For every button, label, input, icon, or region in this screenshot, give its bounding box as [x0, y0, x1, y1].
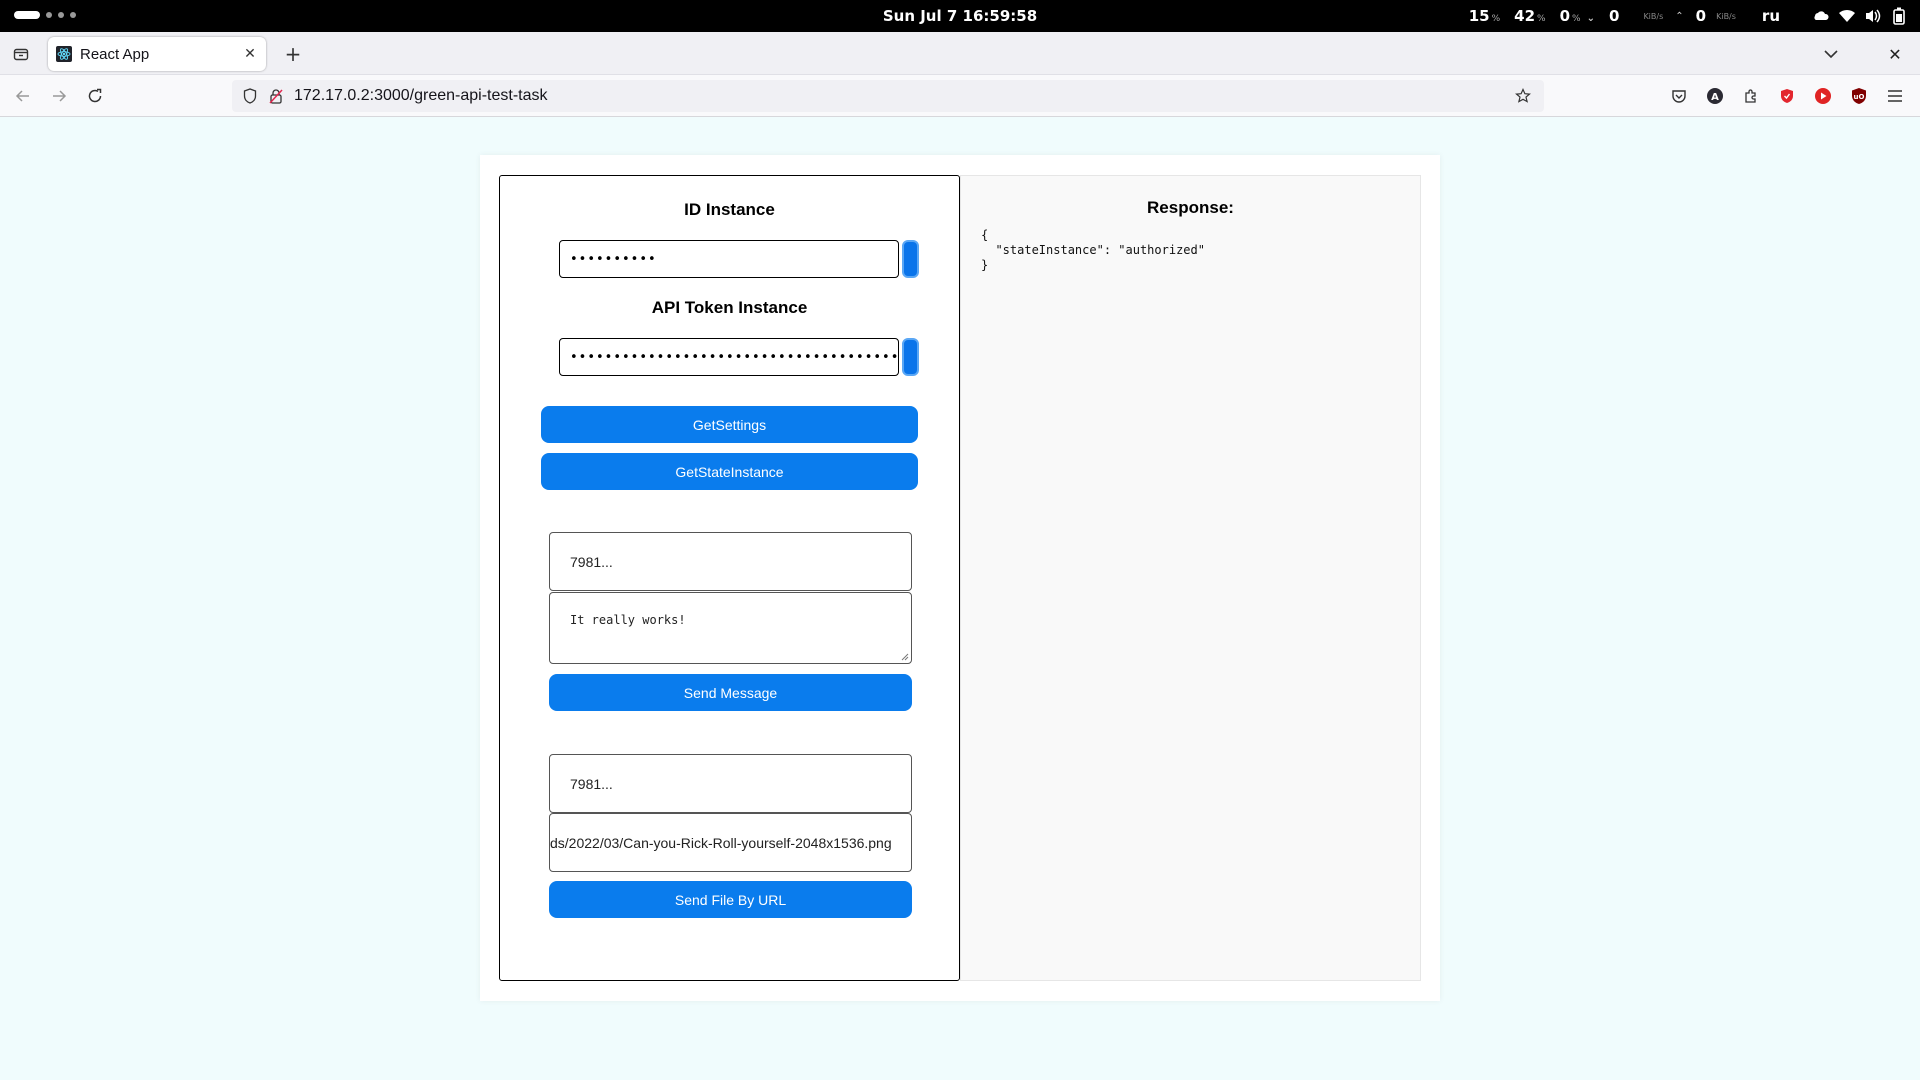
clock-text[interactable]: Sun Jul 7 16:59:58: [883, 7, 1037, 25]
cpu-value: 15: [1468, 7, 1490, 25]
net-down-value: 0: [1609, 7, 1620, 25]
swap-usage: 0% ⌄: [1560, 7, 1595, 25]
volume-icon[interactable]: [1860, 0, 1886, 32]
memory-value: 42: [1514, 7, 1536, 25]
url-text[interactable]: 172.17.0.2:3000/green-api-test-task: [294, 87, 1510, 105]
new-tab-button[interactable]: +: [280, 41, 306, 67]
memory-unit: %: [1537, 14, 1546, 24]
net-download: 0: [1609, 7, 1619, 25]
id-instance-visibility-toggle[interactable]: [902, 240, 919, 278]
send-message-button[interactable]: Send Message: [549, 674, 912, 711]
api-token-input[interactable]: ••••••••••••••••••••••••••••••••••••••••…: [559, 338, 899, 376]
reload-icon[interactable]: [82, 83, 108, 109]
wifi-icon[interactable]: [1834, 0, 1860, 32]
chevron-up-icon: ⌃: [1675, 10, 1684, 22]
net-upload: 0: [1696, 7, 1706, 25]
file-url-input[interactable]: ds/2022/03/Can-you-Rick-Roll-yourself-20…: [549, 813, 912, 872]
memory-usage: 42%: [1514, 7, 1545, 25]
browser-nav-bar: 172.17.0.2:3000/green-api-test-task A uO: [0, 75, 1920, 117]
chevron-down-icon: ⌄: [1586, 13, 1595, 24]
get-settings-button[interactable]: GetSettings: [541, 406, 918, 443]
get-state-instance-button[interactable]: GetStateInstance: [541, 453, 918, 490]
tracking-protection-shield-icon[interactable]: [240, 86, 260, 106]
net-up-value: 0: [1695, 7, 1707, 25]
account-avatar-icon[interactable]: A: [1702, 83, 1728, 109]
swap-value: 0: [1559, 7, 1571, 25]
net-down-unit: KiB/s: [1643, 11, 1664, 21]
address-bar[interactable]: 172.17.0.2:3000/green-api-test-task: [232, 80, 1544, 112]
response-title: Response:: [1147, 198, 1234, 217]
tab-title: React App: [80, 45, 150, 63]
react-logo-icon: [56, 46, 72, 62]
battery-icon[interactable]: [1886, 0, 1912, 32]
list-all-tabs-chevron-icon[interactable]: [1818, 41, 1844, 67]
red-shield-extension-icon[interactable]: [1774, 83, 1800, 109]
close-icon[interactable]: ✕: [242, 46, 258, 62]
message-text-value: It really works!: [570, 613, 686, 627]
controls-panel: ID Instance •••••••••• API Token Instanc…: [499, 175, 960, 981]
keyboard-layout-indicator[interactable]: ru: [1762, 7, 1780, 25]
browser-tab-active[interactable]: React App ✕: [48, 37, 266, 71]
cpu-unit: %: [1491, 14, 1501, 24]
file-phone-input[interactable]: 7981...: [549, 754, 912, 813]
message-phone-input[interactable]: 7981...: [549, 532, 912, 591]
browser-tab-bar: React App ✕ + ✕: [0, 32, 1920, 75]
back-arrow-icon[interactable]: [10, 83, 36, 109]
response-panel: Response: { "stateInstance": "authorized…: [960, 175, 1421, 981]
app-container: ID Instance •••••••••• API Token Instanc…: [480, 155, 1440, 1001]
window-close-icon[interactable]: ✕: [1882, 41, 1908, 67]
svg-text:A: A: [1711, 92, 1719, 103]
system-monitor[interactable]: 15% 42% 0% ⌄ 0 KiB/s ⌃ 0 KiB/s ru: [1469, 0, 1920, 32]
red-play-extension-icon[interactable]: [1810, 83, 1836, 109]
hamburger-menu-icon[interactable]: [1882, 83, 1908, 109]
file-url-value: ds/2022/03/Can-you-Rick-Roll-yourself-20…: [550, 834, 892, 851]
api-token-heading: API Token Instance: [651, 298, 808, 317]
swap-unit: %: [1572, 14, 1581, 24]
api-token-visibility-toggle[interactable]: [902, 338, 919, 376]
cpu-usage: 15%: [1469, 7, 1500, 25]
bookmark-star-icon[interactable]: [1510, 83, 1536, 109]
svg-text:uO: uO: [1854, 93, 1865, 101]
insecure-lock-icon[interactable]: [266, 86, 286, 106]
tab-overview-icon[interactable]: [8, 41, 34, 67]
ublock-origin-icon[interactable]: uO: [1846, 83, 1872, 109]
pocket-icon[interactable]: [1666, 83, 1692, 109]
id-instance-input[interactable]: ••••••••••: [559, 240, 899, 278]
resize-grip-icon[interactable]: [901, 653, 909, 661]
extensions-puzzle-icon[interactable]: [1738, 83, 1764, 109]
net-up-unit: KiB/s: [1716, 11, 1736, 21]
system-top-bar: Sun Jul 7 16:59:58 15% 42% 0% ⌄ 0 KiB/s ⌃…: [0, 0, 1920, 32]
id-instance-heading: ID Instance: [684, 200, 775, 219]
message-text-input[interactable]: It really works!: [549, 592, 912, 664]
cloud-icon[interactable]: [1808, 0, 1834, 32]
response-json: { "stateInstance": "authorized" }: [981, 228, 1205, 272]
send-file-by-url-button[interactable]: Send File By URL: [549, 881, 912, 918]
forward-arrow-icon[interactable]: [46, 83, 72, 109]
